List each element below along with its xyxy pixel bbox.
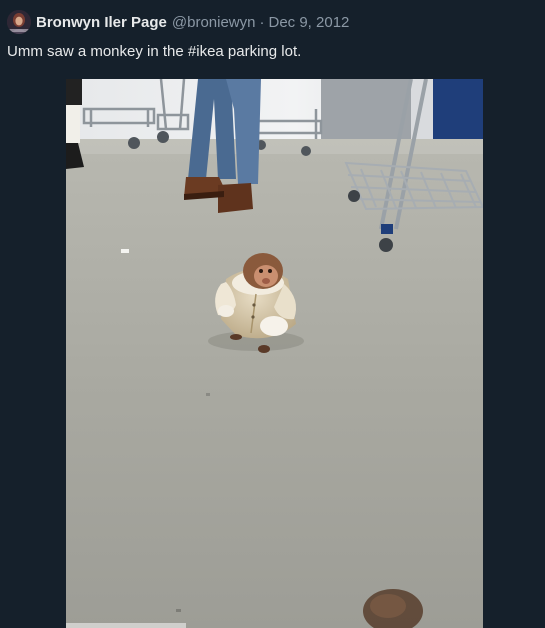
separator-dot: · bbox=[259, 13, 265, 31]
author-handle[interactable]: @broniewyn bbox=[172, 14, 256, 31]
tweet-photo[interactable] bbox=[66, 79, 483, 628]
tweet: Bronwyn Iler Page @broniewyn · Dec 9, 20… bbox=[0, 0, 545, 628]
avatar[interactable] bbox=[7, 10, 31, 34]
avatar-image bbox=[7, 10, 31, 34]
monkey-photo-image bbox=[66, 79, 483, 628]
tweet-date[interactable]: Dec 9, 2012 bbox=[268, 14, 349, 31]
tweet-header: Bronwyn Iler Page @broniewyn · Dec 9, 20… bbox=[7, 9, 349, 35]
author-display-name[interactable]: Bronwyn Iler Page bbox=[36, 14, 167, 31]
tweet-text: Umm saw a monkey in the #ikea parking lo… bbox=[7, 43, 302, 60]
